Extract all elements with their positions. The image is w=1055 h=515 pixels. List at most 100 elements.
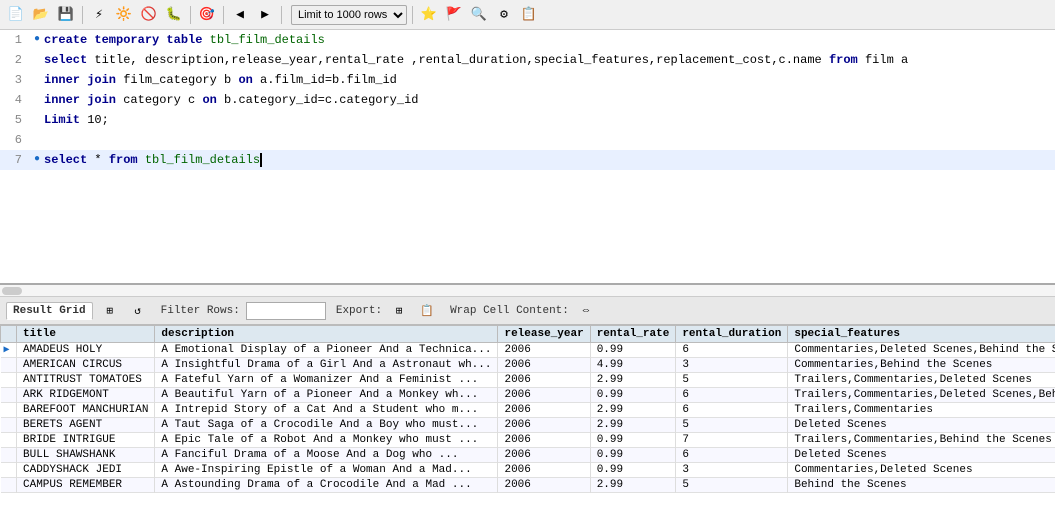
cell-description: A Insightful Drama of a Girl And a Astro…: [155, 358, 498, 373]
cell-release_year: 2006: [498, 403, 590, 418]
export-btn[interactable]: ⊞: [388, 300, 410, 322]
result-grid-tab[interactable]: Result Grid: [6, 302, 93, 320]
col-description[interactable]: description: [155, 326, 498, 343]
editor-line-4: 4 inner join category c on b.category_id…: [0, 90, 1055, 110]
line-code-2: select title, description,release_year,r…: [44, 50, 1055, 70]
cell-special_features: Trailers,Commentaries,Deleted Scenes,Beh…: [788, 388, 1055, 403]
wrap-icon[interactable]: ⇔: [575, 300, 597, 322]
row-arrow: [1, 433, 17, 448]
lightning-btn[interactable]: ⚡: [88, 4, 110, 26]
cell-rental_duration: 6: [676, 343, 788, 358]
cell-rental_rate: 4.99: [590, 358, 676, 373]
target-btn[interactable]: 🎯: [196, 4, 218, 26]
line-code-6: [44, 130, 1055, 150]
bookmark-btn[interactable]: ⭐: [418, 4, 440, 26]
next-btn[interactable]: ▶: [254, 4, 276, 26]
cell-special_features: Trailers,Commentaries: [788, 403, 1055, 418]
cell-release_year: 2006: [498, 478, 590, 493]
cell-special_features: Behind the Scenes: [788, 478, 1055, 493]
line-code-1: create temporary table tbl_film_details: [44, 30, 1055, 50]
row-arrow: ▶: [1, 343, 17, 358]
cell-description: A Epic Tale of a Robot And a Monkey who …: [155, 433, 498, 448]
row-arrow: [1, 358, 17, 373]
form-view-btn[interactable]: ↺: [127, 300, 149, 322]
grid-view-btn[interactable]: ⊞: [99, 300, 121, 322]
cell-rental_duration: 5: [676, 478, 788, 493]
cell-title: CADDYSHACK JEDI: [17, 463, 155, 478]
hscroll-thumb[interactable]: [2, 287, 22, 295]
line-code-3: inner join film_category b on a.film_id=…: [44, 70, 1055, 90]
sep1: [82, 6, 83, 24]
cell-release_year: 2006: [498, 433, 590, 448]
table-row: AMERICAN CIRCUSA Insightful Drama of a G…: [1, 358, 1055, 373]
search2-btn[interactable]: 🔍: [468, 4, 490, 26]
sql-editor[interactable]: 1 ● create temporary table tbl_film_deta…: [0, 30, 1055, 285]
table-row: CADDYSHACK JEDIA Awe-Inspiring Epistle o…: [1, 463, 1055, 478]
line-number-5: 5: [0, 110, 30, 130]
table-header-row: title description release_year rental_ra…: [1, 326, 1055, 343]
new-file-btn[interactable]: 📄: [5, 4, 27, 26]
row-arrow: [1, 463, 17, 478]
filter-input[interactable]: [246, 302, 326, 320]
flag-btn[interactable]: 🚩: [443, 4, 465, 26]
save-btn[interactable]: 💾: [55, 4, 77, 26]
result-table-wrap[interactable]: title description release_year rental_ra…: [0, 325, 1055, 515]
stop-btn[interactable]: 🚫: [138, 4, 160, 26]
cell-description: A Astounding Drama of a Crocodile And a …: [155, 478, 498, 493]
exec2-btn[interactable]: ⚙: [493, 4, 515, 26]
result-tbody: ▶AMADEUS HOLYA Emotional Display of a Pi…: [1, 343, 1055, 493]
cell-rental_rate: 2.99: [590, 418, 676, 433]
wrap-label: Wrap Cell Content:: [450, 305, 569, 317]
cell-release_year: 2006: [498, 388, 590, 403]
cell-title: CAMPUS REMEMBER: [17, 478, 155, 493]
cell-rental_duration: 6: [676, 388, 788, 403]
cell-title: AMERICAN CIRCUS: [17, 358, 155, 373]
export2-btn[interactable]: 📋: [416, 300, 438, 322]
col-special_features[interactable]: special_features: [788, 326, 1055, 343]
cell-rental_rate: 2.99: [590, 478, 676, 493]
table-row: ANTITRUST TOMATOESA Fateful Yarn of a Wo…: [1, 373, 1055, 388]
table-row: BULL SHAWSHANKA Fanciful Drama of a Moos…: [1, 448, 1055, 463]
cell-release_year: 2006: [498, 373, 590, 388]
cell-release_year: 2006: [498, 448, 590, 463]
cell-description: A Taut Saga of a Crocodile And a Boy who…: [155, 418, 498, 433]
cell-special_features: Commentaries,Deleted Scenes: [788, 463, 1055, 478]
col-title[interactable]: title: [17, 326, 155, 343]
cell-description: A Intrepid Story of a Cat And a Student …: [155, 403, 498, 418]
prev-btn[interactable]: ◀: [229, 4, 251, 26]
col-release_year[interactable]: release_year: [498, 326, 590, 343]
cell-title: BRIDE INTRIGUE: [17, 433, 155, 448]
cell-title: ARK RIDGEMONT: [17, 388, 155, 403]
limit-select-wrap: Limit to 1000 rowsLimit to 200 rowsDon't…: [291, 5, 407, 25]
sep2: [190, 6, 191, 24]
line-number-7: 7: [0, 150, 30, 170]
cell-rental_duration: 7: [676, 433, 788, 448]
sep3: [223, 6, 224, 24]
open-btn[interactable]: 📂: [30, 4, 52, 26]
limit-select[interactable]: Limit to 1000 rowsLimit to 200 rowsDon't…: [291, 5, 407, 25]
editor-hscrollbar[interactable]: [0, 285, 1055, 297]
cell-description: A Beautiful Yarn of a Pioneer And a Monk…: [155, 388, 498, 403]
col-rental_rate[interactable]: rental_rate: [590, 326, 676, 343]
line-number-1: 1: [0, 30, 30, 50]
cell-rental_rate: 0.99: [590, 388, 676, 403]
col-rental_duration[interactable]: rental_duration: [676, 326, 788, 343]
editor-line-1: 1 ● create temporary table tbl_film_deta…: [0, 30, 1055, 50]
row-arrow: [1, 478, 17, 493]
format-btn[interactable]: 📋: [518, 4, 540, 26]
cell-special_features: Trailers,Commentaries,Deleted Scenes: [788, 373, 1055, 388]
cell-release_year: 2006: [498, 463, 590, 478]
cell-special_features: Deleted Scenes: [788, 418, 1055, 433]
cell-rental_duration: 3: [676, 358, 788, 373]
sep4: [281, 6, 282, 24]
cell-description: A Awe-Inspiring Epistle of a Woman And a…: [155, 463, 498, 478]
table-row: BERETS AGENTA Taut Saga of a Crocodile A…: [1, 418, 1055, 433]
table-row: BRIDE INTRIGUEA Epic Tale of a Robot And…: [1, 433, 1055, 448]
cell-title: ANTITRUST TOMATOES: [17, 373, 155, 388]
cell-special_features: Commentaries,Deleted Scenes,Behind the S…: [788, 343, 1055, 358]
editor-line-3: 3 inner join film_category b on a.film_i…: [0, 70, 1055, 90]
cell-release_year: 2006: [498, 358, 590, 373]
debug-btn[interactable]: 🐛: [163, 4, 185, 26]
run-btn[interactable]: 🔆: [113, 4, 135, 26]
cell-release_year: 2006: [498, 418, 590, 433]
